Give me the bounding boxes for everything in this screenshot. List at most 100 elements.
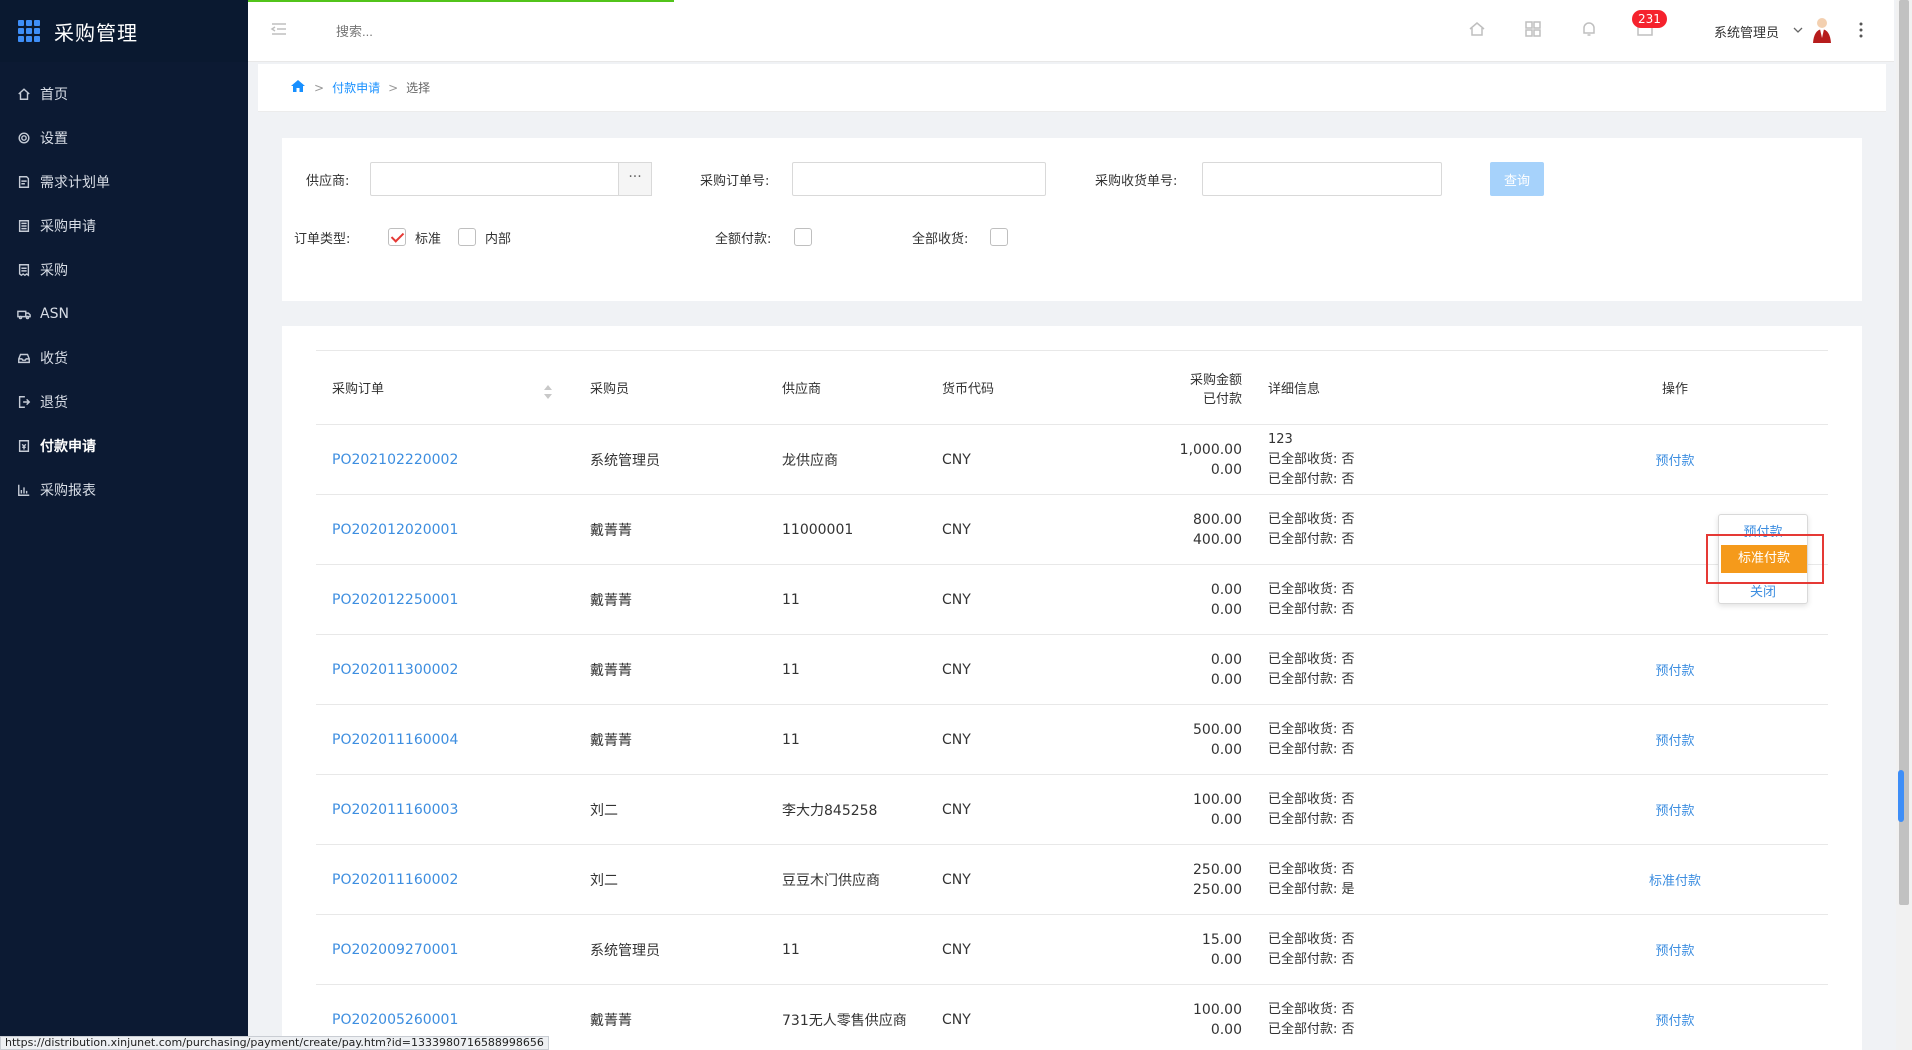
chevron-down-icon[interactable] [1792, 24, 1804, 36]
home-icon[interactable] [290, 78, 306, 97]
standard-type-checkbox[interactable] [388, 228, 406, 246]
user-name[interactable]: 系统管理员 [1714, 22, 1779, 41]
inbox-icon [16, 350, 32, 366]
full-receipt-label: 全部收货: [912, 232, 969, 247]
header-supplier: 供应商 [782, 382, 822, 397]
breadcrumb-current: 选择 [406, 81, 431, 95]
sidebar-item-receiving[interactable]: 收货 [0, 336, 248, 380]
apps-icon[interactable] [1524, 20, 1544, 40]
sidebar-item-purchase[interactable]: 采购 [0, 248, 248, 292]
currency-cell: CNY [942, 451, 971, 468]
amount-value: 250.00 [1193, 861, 1242, 878]
po-link[interactable]: PO202011300002 [332, 662, 458, 678]
currency-cell: CNY [942, 941, 971, 958]
sidebar-item-purchase-request[interactable]: 采购申请 [0, 204, 248, 248]
detail-paid: 已全部付款: 否 [1268, 531, 1355, 547]
po-link[interactable]: PO202012250001 [332, 592, 458, 608]
amount-value: 800.00 [1193, 511, 1242, 528]
avatar[interactable] [1810, 16, 1834, 44]
bell-icon[interactable] [1580, 20, 1600, 40]
receipt-number-input[interactable] [1202, 162, 1442, 196]
po-link[interactable]: PO202012020001 [332, 522, 458, 538]
detail-received: 已全部收货: 否 [1268, 451, 1355, 467]
po-link[interactable]: PO202011160002 [332, 872, 458, 888]
sidebar-item-payment-request[interactable]: 付款申请 [0, 424, 248, 468]
breadcrumb-separator: > [314, 80, 325, 95]
table-header-row: 采购订单 采购员 供应商 货币代码 采购金额 已付款 详细信息 操作 [316, 350, 1828, 425]
sidebar-item-asn[interactable]: ASN [0, 292, 248, 336]
sort-icon[interactable] [542, 381, 554, 403]
prepay-link[interactable]: 预付款 [1655, 804, 1694, 819]
header-currency: 货币代码 [942, 382, 995, 397]
sidebar-item-label: 收货 [40, 351, 68, 367]
po-link[interactable]: PO202011160004 [332, 732, 458, 748]
sidebar-item-home[interactable]: 首页 [0, 72, 248, 116]
sidebar-item-purchase-report[interactable]: 采购报表 [0, 468, 248, 512]
po-link[interactable]: PO202009270001 [332, 942, 458, 958]
po-number-input[interactable] [792, 162, 1046, 196]
supplier-cell: 豆豆木门供应商 [782, 872, 880, 889]
sidebar-item-demand-plan[interactable]: 需求计划单 [0, 160, 248, 204]
sidebar-item-label: 采购申请 [40, 219, 96, 235]
header-po-label: 采购订单 [332, 382, 385, 397]
supplier-input[interactable] [370, 162, 620, 196]
full-receipt-checkbox[interactable] [990, 228, 1008, 246]
amount-value: 100.00 [1193, 791, 1242, 808]
detail-paid: 已全部付款: 否 [1268, 471, 1355, 487]
breadcrumb: > 付款申请 > 选择 [258, 64, 1886, 112]
topbar: 231 系统管理员 [248, 0, 1894, 62]
home-icon[interactable] [1468, 20, 1488, 40]
po-link[interactable]: PO202005260001 [332, 1012, 458, 1028]
amount-value: 500.00 [1193, 721, 1242, 738]
po-table: 采购订单 采购员 供应商 货币代码 采购金额 已付款 详细信息 操作 PO202… [316, 350, 1828, 1050]
page-scrollbar[interactable] [1896, 0, 1912, 1050]
standard-type-label: 标准 [415, 232, 442, 247]
internal-type-checkbox[interactable] [458, 228, 476, 246]
sidebar-item-return[interactable]: 退货 [0, 380, 248, 424]
prepay-link[interactable]: 预付款 [1655, 664, 1694, 679]
amount-value: 0.00 [1210, 581, 1242, 598]
return-icon [16, 394, 32, 410]
truck-icon [16, 306, 32, 322]
breadcrumb-link-payment-request[interactable]: 付款申请 [332, 79, 380, 96]
header-po[interactable]: 采购订单 [316, 351, 574, 425]
table-row: PO202012250001 戴菁菁 11 CNY 0.00 0.00 已全部收货… [316, 565, 1828, 635]
doc-icon [16, 174, 32, 190]
detail-received: 已全部收货: 否 [1268, 651, 1355, 667]
prepay-link[interactable]: 预付款 [1655, 1014, 1694, 1029]
apps-grid-icon[interactable] [18, 20, 40, 42]
buyer-cell: 刘二 [590, 872, 618, 889]
prepay-link[interactable]: 预付款 [1655, 944, 1694, 959]
sidebar-item-label: 首页 [40, 87, 68, 103]
standard-payment-link[interactable]: 标准付款 [1649, 874, 1701, 889]
buyer-cell: 戴菁菁 [590, 662, 632, 679]
app-title: 采购管理 [54, 20, 138, 45]
amount-value: 15.00 [1201, 931, 1242, 948]
supplier-cell: 李大力845258 [782, 802, 878, 819]
detail-received: 已全部收货: 否 [1268, 931, 1355, 947]
prepay-link[interactable]: 预付款 [1655, 734, 1694, 749]
filter-panel: 供应商: ··· 采购订单号: 采购收货单号: 查询 订单类型: 标准 内部 全… [282, 138, 1862, 301]
supplier-cell: 龙供应商 [782, 452, 838, 469]
header-buyer: 采购员 [590, 382, 630, 397]
prepay-link[interactable]: 预付款 [1655, 454, 1694, 469]
supplier-picker-button[interactable]: ··· [618, 162, 652, 196]
paid-value: 400.00 [1193, 531, 1242, 548]
buyer-cell: 戴菁菁 [590, 1012, 632, 1029]
more-vertical-icon[interactable] [1858, 20, 1864, 40]
currency-cell: CNY [942, 661, 971, 678]
menu-collapse-icon[interactable] [270, 20, 288, 38]
detail-received: 已全部收货: 否 [1268, 791, 1355, 807]
sidebar-item-settings[interactable]: 设置 [0, 116, 248, 160]
query-button[interactable]: 查询 [1490, 162, 1544, 196]
receipt-number-label: 采购收货单号: [1095, 174, 1178, 189]
sidebar-item-label: 付款申请 [40, 439, 96, 455]
detail-paid: 已全部付款: 是 [1268, 881, 1355, 897]
table-row: PO202011300002 戴菁菁 11 CNY 0.00 0.00 已全部收货… [316, 635, 1828, 705]
amount-value: 0.00 [1210, 651, 1242, 668]
po-link[interactable]: PO202011160003 [332, 802, 458, 818]
full-payment-checkbox[interactable] [794, 228, 812, 246]
breadcrumb-separator: > [388, 80, 399, 95]
po-link[interactable]: PO202102220002 [332, 452, 458, 468]
search-input[interactable] [336, 16, 636, 46]
